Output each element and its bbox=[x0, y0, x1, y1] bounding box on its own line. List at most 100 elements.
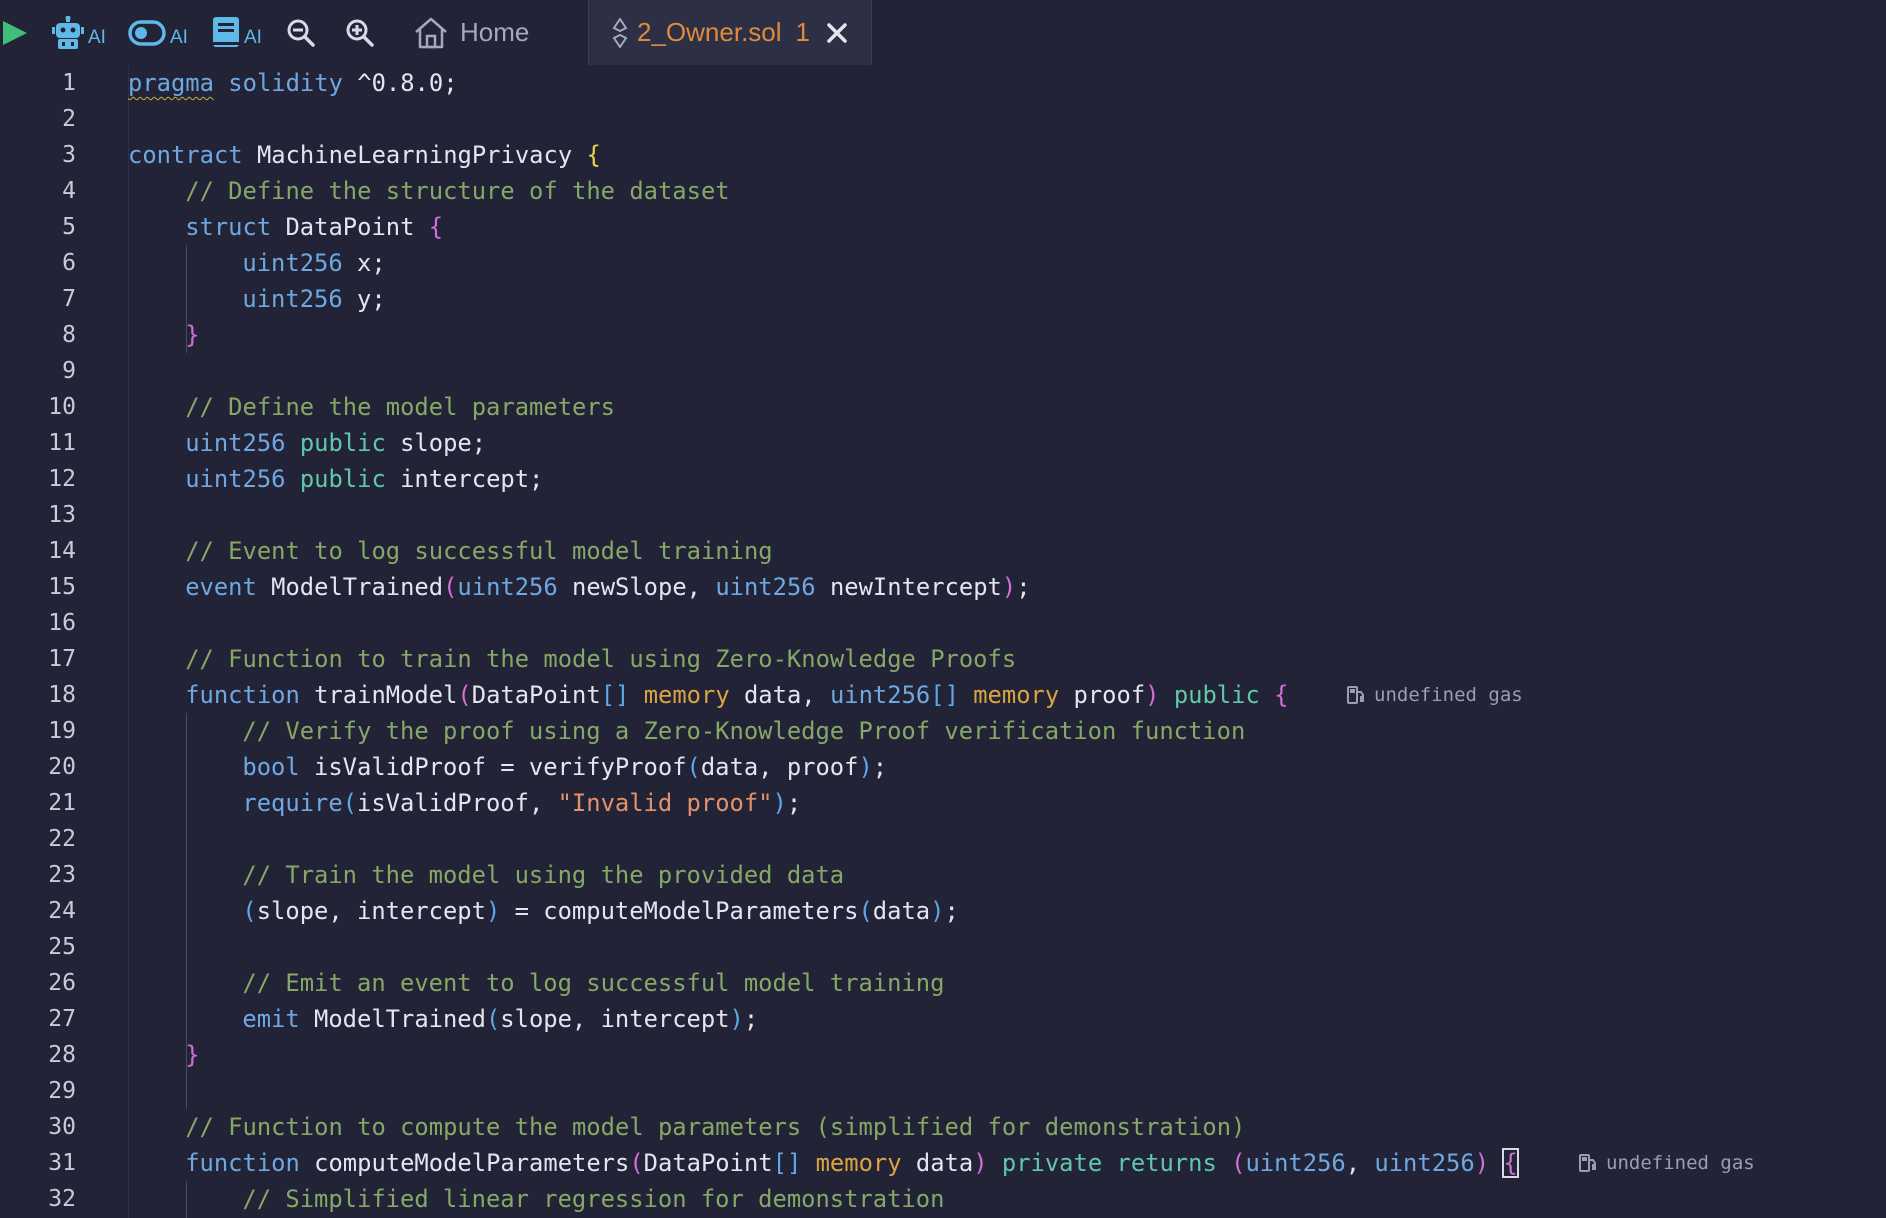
gas-estimate-text: undefined gas bbox=[1374, 684, 1523, 706]
robot-icon bbox=[52, 15, 84, 49]
code-line-19[interactable]: 19 // Verify the proof using a Zero-Knowl… bbox=[0, 713, 1886, 749]
code-line-2[interactable]: 2 bbox=[0, 101, 1886, 137]
code-token: ^0.8.0; bbox=[357, 69, 458, 97]
code-line-9[interactable]: 9 bbox=[0, 353, 1886, 389]
tab-home[interactable]: Home bbox=[402, 0, 587, 65]
code-token: slope, intercept bbox=[256, 897, 486, 925]
code-line-20[interactable]: 20 bool isValidProof = verifyProof(data, … bbox=[0, 749, 1886, 785]
code-token: // Verify the proof using a Zero-Knowled… bbox=[242, 717, 1246, 745]
code-token: // Simplified linear regression for demo… bbox=[242, 1185, 945, 1213]
code-line-24[interactable]: 24 (slope, intercept) = computeModelParam… bbox=[0, 893, 1886, 929]
code-token: ( bbox=[342, 789, 358, 817]
fuel-pump-icon bbox=[1347, 686, 1364, 704]
code-line-22[interactable]: 22 bbox=[0, 821, 1886, 857]
line-number: 6 bbox=[62, 250, 76, 276]
code-token: ( bbox=[686, 753, 701, 781]
code-line-14[interactable]: 14 // Event to log successful model train… bbox=[0, 533, 1886, 569]
line-number: 29 bbox=[48, 1078, 76, 1104]
code-line-11[interactable]: 11 uint256 public slope; bbox=[0, 425, 1886, 461]
code-text: function trainModel(DataPoint[] memory d… bbox=[185, 677, 1288, 713]
code-token: data bbox=[872, 897, 931, 925]
code-token: slope, intercept bbox=[500, 1005, 730, 1033]
line-number: 2 bbox=[62, 106, 76, 132]
code-line-15[interactable]: 15 event ModelTrained(uint256 newSlope, u… bbox=[0, 569, 1886, 605]
run-button[interactable] bbox=[0, 0, 30, 65]
code-line-16[interactable]: 16 bbox=[0, 605, 1886, 641]
home-icon bbox=[415, 17, 447, 48]
code-token: DataPoint bbox=[271, 213, 429, 241]
line-number: 30 bbox=[48, 1114, 76, 1140]
gas-estimate-hint: undefined gas bbox=[1578, 1145, 1755, 1181]
code-line-31[interactable]: 31 function computeModelParameters(DataPo… bbox=[0, 1145, 1886, 1181]
code-token: // Function to train the model using Zer… bbox=[185, 645, 1017, 673]
code-editor[interactable]: 1 pragma solidity ^0.8.0; 2 3 contract Machi… bbox=[0, 65, 1886, 1218]
code-line-28[interactable]: 28} bbox=[0, 1037, 1886, 1073]
code-line-21[interactable]: 21 require(isValidProof, "Invalid proof")… bbox=[0, 785, 1886, 821]
close-icon[interactable] bbox=[826, 22, 848, 44]
ai-toggle-button[interactable]: AI bbox=[128, 0, 188, 65]
code-text: // Verify the proof using a Zero-Knowled… bbox=[242, 713, 1245, 749]
code-token: x; bbox=[342, 249, 386, 277]
code-line-3[interactable]: 3 contract MachineLearningPrivacy { bbox=[0, 137, 1886, 173]
code-line-12[interactable]: 12 uint256 public intercept; bbox=[0, 461, 1886, 497]
code-line-29[interactable]: 29 bbox=[0, 1073, 1886, 1109]
code-token: ) bbox=[1474, 1149, 1490, 1177]
code-line-5[interactable]: 5 struct DataPoint { bbox=[0, 209, 1886, 245]
code-line-26[interactable]: 26 // Emit an event to log successful mod… bbox=[0, 965, 1886, 1001]
code-line-30[interactable]: 30 // Function to compute the model param… bbox=[0, 1109, 1886, 1145]
line-number: 21 bbox=[48, 790, 76, 816]
code-token: public bbox=[299, 465, 386, 493]
ai-label: AI bbox=[244, 26, 262, 48]
code-line-17[interactable]: 17 // Function to train the model using Z… bbox=[0, 641, 1886, 677]
code-text: // Function to compute the model paramet… bbox=[185, 1109, 1245, 1145]
line-number: 28 bbox=[48, 1042, 76, 1068]
code-token: // Define the model parameters bbox=[185, 393, 615, 421]
line-number: 27 bbox=[48, 1006, 76, 1032]
code-token: ModelTrained bbox=[256, 573, 444, 601]
code-token: slope; bbox=[385, 429, 487, 457]
code-text: contract MachineLearningPrivacy { bbox=[128, 137, 601, 173]
code-token: public bbox=[1173, 681, 1260, 709]
ai-docs-button[interactable]: AI bbox=[212, 0, 262, 65]
ai-assistant-button[interactable]: AI bbox=[52, 0, 106, 65]
code-text: bool isValidProof = verifyProof(data, pr… bbox=[242, 749, 887, 785]
code-token: computeModelParameters bbox=[299, 1149, 630, 1177]
code-line-25[interactable]: 25 bbox=[0, 929, 1886, 965]
code-line-10[interactable]: 10 // Define the model parameters bbox=[0, 389, 1886, 425]
line-number: 3 bbox=[62, 142, 76, 168]
code-token: memory bbox=[643, 681, 730, 709]
code-token: memory bbox=[973, 681, 1060, 709]
zoom-out-button[interactable] bbox=[286, 0, 316, 65]
toggle-icon bbox=[128, 19, 166, 46]
code-line-18[interactable]: 18 function trainModel(DataPoint[] memory… bbox=[0, 677, 1886, 713]
code-line-32[interactable]: 32 // Simplified linear regression for de… bbox=[0, 1181, 1886, 1217]
code-token: isValidProof = verifyProof bbox=[299, 753, 687, 781]
code-token: uint256 bbox=[242, 285, 343, 313]
code-line-23[interactable]: 23 // Train the model using the provided … bbox=[0, 857, 1886, 893]
code-line-7[interactable]: 7 uint256 y; bbox=[0, 281, 1886, 317]
line-number: 20 bbox=[48, 754, 76, 780]
code-line-1[interactable]: 1 pragma solidity ^0.8.0; bbox=[0, 65, 1886, 101]
code-token: MachineLearningPrivacy bbox=[242, 141, 587, 169]
zoom-out-icon bbox=[287, 19, 315, 47]
tab-file-owner[interactable]: 2_Owner.sol 1 bbox=[588, 0, 872, 65]
code-line-6[interactable]: 6 uint256 x; bbox=[0, 245, 1886, 281]
zoom-in-button[interactable] bbox=[345, 0, 375, 65]
code-line-4[interactable]: 4 // Define the structure of the dataset bbox=[0, 173, 1886, 209]
code-token: ( bbox=[457, 681, 472, 709]
code-line-27[interactable]: 27 emit ModelTrained(slope, intercept); bbox=[0, 1001, 1886, 1037]
code-token: uint256 bbox=[829, 681, 931, 709]
code-token: "Invalid proof" bbox=[557, 789, 773, 817]
code-line-8[interactable]: 8} bbox=[0, 317, 1886, 353]
editor-toolbar: AI AI AI Home 2_Owner.sol 1 bbox=[0, 0, 1886, 65]
code-token: ( bbox=[443, 573, 458, 601]
code-token: ) bbox=[485, 897, 501, 925]
code-token: ( bbox=[485, 1005, 501, 1033]
code-line-13[interactable]: 13 bbox=[0, 497, 1886, 533]
code-text: uint256 y; bbox=[242, 281, 385, 317]
line-number: 11 bbox=[48, 430, 76, 456]
